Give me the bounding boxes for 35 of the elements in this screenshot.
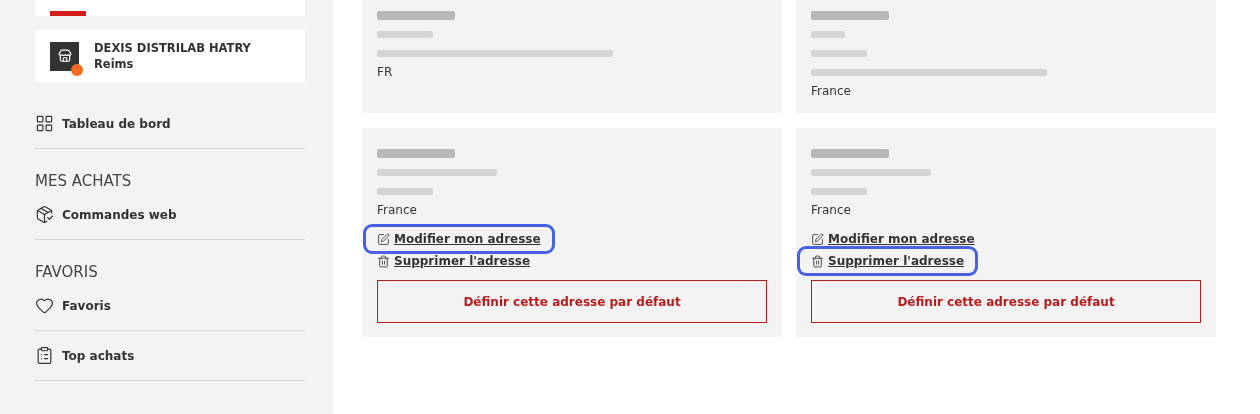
address-country: FR [377, 64, 394, 81]
store-icon [57, 49, 72, 63]
delete-address-link[interactable]: Supprimer l'adresse [800, 249, 976, 273]
store-city: Reims [94, 56, 135, 72]
company-logo [50, 11, 86, 16]
store-name: DEXIS DISTRILAB HATRY [94, 40, 251, 56]
address-country: France [377, 202, 418, 219]
address-country: France [811, 83, 852, 100]
dashboard-icon [35, 114, 54, 133]
edit-address-link[interactable]: Modifier mon adresse [366, 227, 552, 251]
redacted-text-bar [811, 50, 867, 57]
edit-icon [377, 232, 390, 246]
section-heading: FAVORIS [35, 262, 99, 282]
heart-icon [35, 296, 54, 315]
delete-address-link[interactable]: Supprimer l'adresse [377, 252, 531, 270]
package-icon [35, 205, 54, 224]
redacted-text-bar [377, 188, 433, 195]
set-default-button[interactable]: Définir cette adresse par défaut [377, 280, 767, 323]
address-country: France [811, 202, 852, 219]
redacted-text-bar [377, 31, 433, 38]
nav-item[interactable]: Favoris [35, 296, 305, 331]
nav-item[interactable]: Commandes web [35, 205, 305, 240]
section-heading: MES ACHATS [35, 171, 133, 191]
trash-icon [377, 254, 390, 268]
trash-icon [811, 254, 824, 268]
redacted-text-bar [811, 31, 845, 38]
edit-address-link[interactable]: Modifier mon adresse [811, 230, 975, 248]
redacted-text-bar [811, 188, 867, 195]
nav-item[interactable]: Top achats [35, 331, 305, 381]
store-card[interactable]: DEXIS DISTRILAB HATRY Reims [35, 30, 305, 82]
nav-item[interactable]: Tableau de bord [35, 114, 305, 149]
clipboard-icon [35, 346, 54, 365]
edit-icon [811, 232, 824, 246]
account-card[interactable] [35, 0, 305, 16]
set-default-button[interactable]: Définir cette adresse par défaut [811, 280, 1201, 323]
